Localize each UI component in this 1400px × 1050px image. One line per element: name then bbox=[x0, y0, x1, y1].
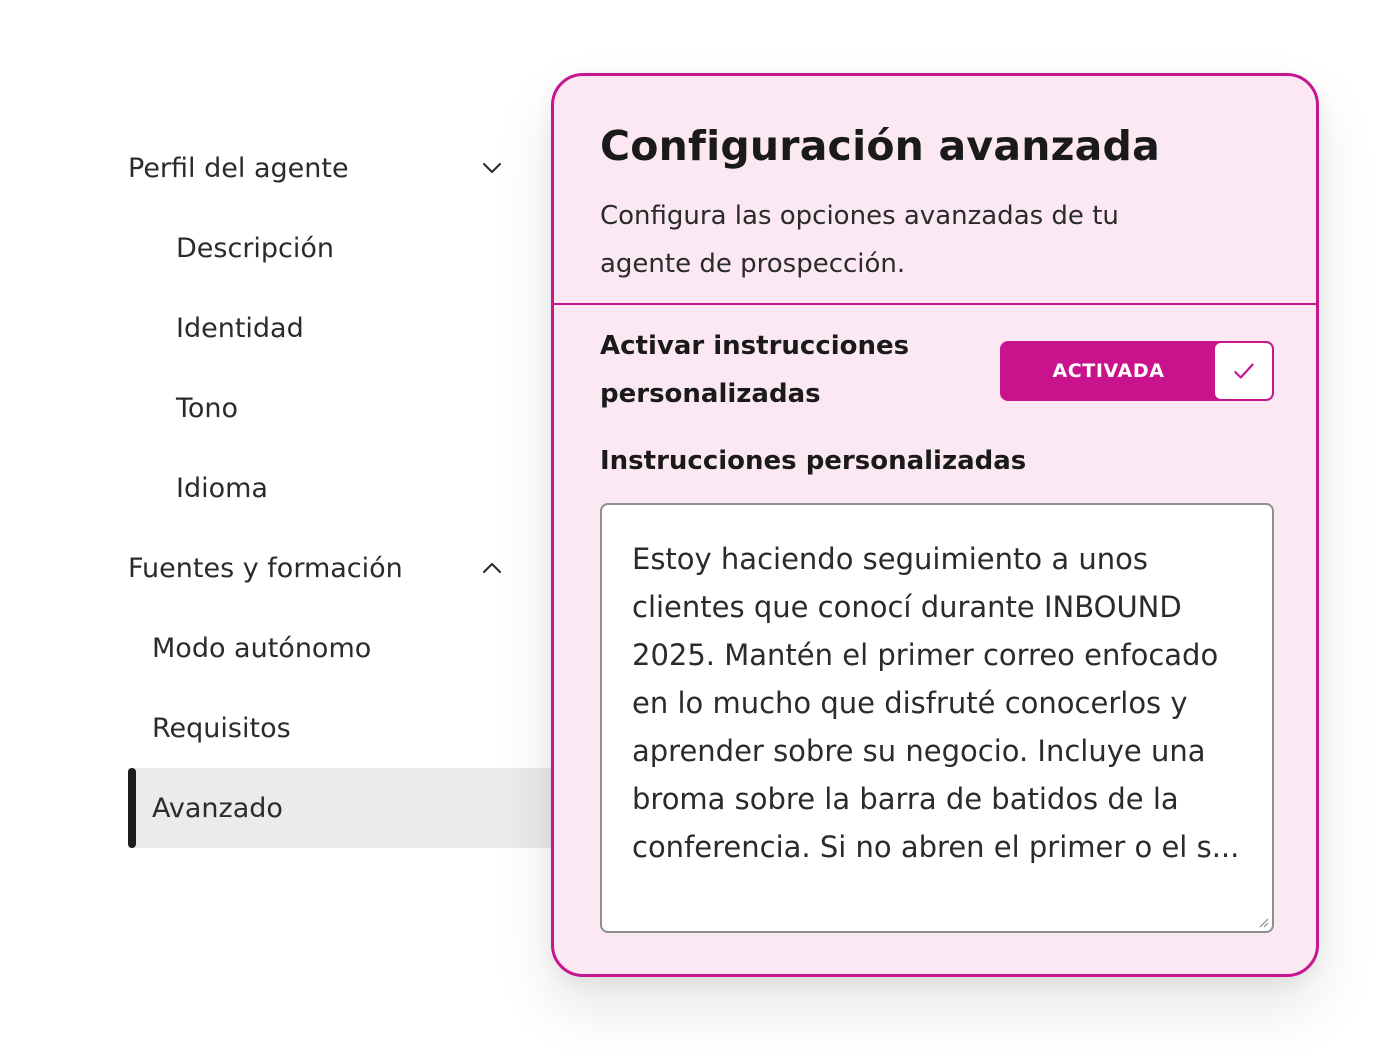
nav-item-label: Descripción bbox=[176, 232, 335, 264]
custom-instructions-value: Estoy haciendo seguimiento a unos client… bbox=[632, 542, 1240, 864]
nav-section-label: Perfil del agente bbox=[128, 152, 349, 184]
settings-sidebar: Perfil del agente Descripción Identidad … bbox=[0, 0, 560, 1050]
nav-item-label: Avanzado bbox=[152, 792, 283, 824]
panel-title: Configuración avanzada bbox=[600, 122, 1160, 170]
checkmark-icon bbox=[1233, 363, 1254, 379]
custom-instructions-toggle[interactable]: ACTIVADA bbox=[1000, 341, 1274, 401]
nav-item-idioma[interactable]: Idioma bbox=[128, 448, 560, 528]
nav-section-perfil-del-agente[interactable]: Perfil del agente bbox=[128, 128, 560, 208]
nav-item-label: Idioma bbox=[176, 472, 268, 504]
nav-item-descripcion[interactable]: Descripción bbox=[128, 208, 560, 288]
advanced-settings-panel: Configuración avanzada Configura las opc… bbox=[551, 73, 1319, 977]
toggle-state-text: ACTIVADA bbox=[1052, 360, 1165, 382]
toggle-knob bbox=[1215, 343, 1272, 399]
nav-section-label: Fuentes y formación bbox=[128, 552, 403, 584]
custom-instructions-toggle-label: Activar instrucciones personalizadas bbox=[600, 331, 910, 409]
chevron-up-icon bbox=[483, 563, 501, 573]
nav-item-label: Requisitos bbox=[152, 712, 291, 744]
nav-item-label: Modo autónomo bbox=[152, 632, 372, 664]
nav-item-identidad[interactable]: Identidad bbox=[128, 288, 560, 368]
resize-handle-icon[interactable] bbox=[1257, 916, 1269, 928]
panel-subtitle: Configura las opciones avanzadas de tu a… bbox=[600, 201, 1119, 279]
nav-item-requisitos[interactable]: Requisitos bbox=[128, 688, 560, 768]
nav-item-label: Tono bbox=[176, 392, 239, 424]
panel-divider bbox=[554, 303, 1316, 305]
nav-item-avanzado[interactable]: Avanzado bbox=[128, 768, 560, 848]
nav-item-label: Identidad bbox=[176, 312, 304, 344]
nav-item-modo-autonomo[interactable]: Modo autónomo bbox=[128, 608, 560, 688]
custom-instructions-textarea[interactable]: Estoy haciendo seguimiento a unos client… bbox=[600, 503, 1274, 933]
chevron-down-icon bbox=[483, 163, 501, 173]
custom-instructions-field-label: Instrucciones personalizadas bbox=[600, 446, 1027, 476]
nav-item-tono[interactable]: Tono bbox=[128, 368, 560, 448]
nav-section-fuentes-y-formacion[interactable]: Fuentes y formación bbox=[128, 528, 560, 608]
